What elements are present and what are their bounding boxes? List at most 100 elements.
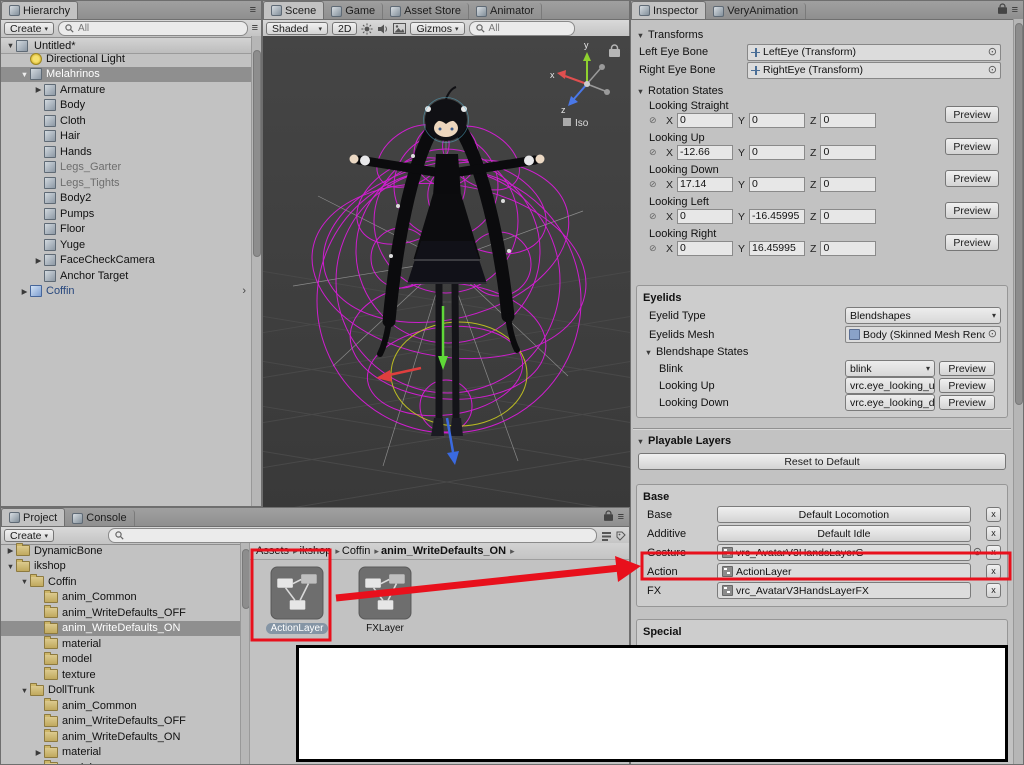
- rotation-x-field[interactable]: 0: [677, 209, 734, 224]
- rotation-x-field[interactable]: 0: [677, 241, 734, 256]
- foldout-arrow[interactable]: ▼: [19, 70, 30, 79]
- rotation-x-field[interactable]: -12.66: [677, 145, 734, 160]
- reset-to-default-button[interactable]: Reset to Default: [638, 453, 1006, 470]
- hierarchy-item[interactable]: ▶ FaceCheckCamera ›: [1, 253, 252, 269]
- preview-button[interactable]: Preview: [939, 378, 995, 393]
- layer-field[interactable]: ActionLayer: [717, 563, 971, 580]
- rotation-y-field[interactable]: 16.45995: [749, 241, 806, 256]
- layer-field[interactable]: Default Idle: [717, 525, 971, 542]
- inspector-tab[interactable]: VeryAnimation: [706, 3, 807, 19]
- panel-menu-icon[interactable]: ≡: [250, 4, 256, 16]
- breadcrumb-item[interactable]: anim_WriteDefaults_ON ▸: [381, 545, 515, 557]
- object-picker-icon[interactable]: ⊙: [988, 329, 997, 340]
- hierarchy-item[interactable]: Directional Light ›: [1, 51, 252, 67]
- asset-item[interactable]: FXLayer: [352, 566, 418, 634]
- rotation-y-field[interactable]: 0: [749, 113, 806, 128]
- search-by-label-icon[interactable]: [616, 531, 626, 541]
- hierarchy-item[interactable]: Anchor Target ›: [1, 268, 252, 284]
- blendshape-dropdown[interactable]: vrc.eye_looking_down ▾: [845, 394, 935, 411]
- project-tab[interactable]: Project: [1, 508, 66, 526]
- tab-hierarchy[interactable]: Hierarchy: [1, 1, 79, 19]
- link-icon[interactable]: ⊘: [649, 115, 661, 126]
- eyelids-mesh-field[interactable]: Body (Skinned Mesh Renderer) ⊙: [845, 326, 1001, 343]
- breadcrumb-item[interactable]: ikshop ▸: [300, 545, 340, 557]
- link-icon[interactable]: ⊘: [649, 243, 661, 254]
- layer-field[interactable]: Default Locomotion: [717, 506, 971, 523]
- folder-item[interactable]: ▼ Coffin: [1, 574, 240, 590]
- foldout-arrow[interactable]: ▼: [19, 686, 30, 695]
- scene-view-tab[interactable]: Asset Store: [383, 3, 470, 19]
- foldout-arrow[interactable]: ▶: [19, 287, 30, 296]
- hierarchy-item[interactable]: Cloth ›: [1, 113, 252, 129]
- rotation-x-field[interactable]: 17.14: [677, 177, 734, 192]
- rotation-z-field[interactable]: 0: [820, 241, 877, 256]
- blendshape-dropdown[interactable]: vrc.eye_looking_up ▾: [845, 377, 935, 394]
- folder-item[interactable]: model: [1, 651, 240, 668]
- inspector-menu-icon[interactable]: ≡: [1012, 4, 1018, 16]
- object-field[interactable]: RightEye (Transform) ⊙: [747, 61, 1001, 79]
- remove-layer-button[interactable]: x: [986, 564, 1001, 579]
- inspector-lock-icon[interactable]: [997, 3, 1007, 17]
- folder-item[interactable]: anim_Common: [1, 589, 240, 606]
- hierarchy-item[interactable]: Hair ›: [1, 129, 252, 145]
- folder-item[interactable]: ▼ DollTrunk: [1, 682, 240, 699]
- eyelid-type-dropdown[interactable]: Blendshapes ▾: [845, 307, 1001, 324]
- hierarchy-item[interactable]: Yuge ›: [1, 237, 252, 253]
- shading-mode-dropdown[interactable]: Shaded ▾: [266, 22, 328, 35]
- foldout-arrow[interactable]: ▶: [33, 85, 44, 94]
- foldout-arrow[interactable]: ▶: [5, 546, 16, 555]
- preview-button[interactable]: Preview: [939, 361, 995, 376]
- asset-item[interactable]: ActionLayer: [264, 566, 330, 634]
- preview-button[interactable]: Preview: [939, 395, 995, 410]
- inspector-scrollbar[interactable]: [1013, 19, 1023, 764]
- folder-item[interactable]: texture: [1, 667, 240, 683]
- rotation-z-field[interactable]: 0: [820, 209, 877, 224]
- hierarchy-item[interactable]: Hands ›: [1, 144, 252, 160]
- remove-layer-button[interactable]: x: [986, 507, 1001, 522]
- breadcrumb-item[interactable]: Coffin ▸: [342, 545, 379, 557]
- scene-view-tab[interactable]: Scene: [263, 1, 325, 19]
- hierarchy-options-icon[interactable]: ≡: [252, 23, 258, 34]
- rotation-z-field[interactable]: 0: [820, 177, 877, 192]
- foldout-arrow[interactable]: ▼: [5, 562, 16, 571]
- foldout-arrow[interactable]: ▼: [5, 41, 16, 50]
- scene-search-input[interactable]: All: [468, 21, 575, 36]
- search-by-type-icon[interactable]: [601, 531, 612, 541]
- playable-layers-foldout[interactable]: ▼ Playable Layers: [631, 433, 1013, 449]
- hierarchy-item[interactable]: ▼ Melahrinos ›: [1, 66, 252, 82]
- folder-item[interactable]: material: [1, 636, 240, 652]
- layer-field[interactable]: vrc_AvatarV3HandsLayerG: [717, 544, 971, 561]
- project-search-input[interactable]: [108, 528, 597, 543]
- object-picker-icon[interactable]: ⊙: [988, 64, 997, 76]
- blendshape-dropdown[interactable]: blink ▾: [845, 360, 935, 377]
- remove-layer-button[interactable]: x: [986, 545, 1001, 560]
- transforms-foldout[interactable]: ▼ Transforms: [631, 27, 1013, 43]
- link-icon[interactable]: ⊘: [649, 147, 661, 158]
- blendshape-states-foldout[interactable]: ▼ Blendshape States: [643, 344, 1001, 360]
- scene-lighting-icon[interactable]: [361, 22, 374, 35]
- foldout-arrow[interactable]: ▶: [33, 256, 44, 265]
- 2d-toggle-button[interactable]: 2D: [332, 22, 358, 35]
- folder-item[interactable]: ▶ material: [1, 744, 240, 761]
- remove-layer-button[interactable]: x: [986, 583, 1001, 598]
- breadcrumb-item[interactable]: Assets ▸: [256, 545, 298, 557]
- hierarchy-item[interactable]: Body ›: [1, 98, 252, 114]
- preview-button[interactable]: Preview: [945, 138, 999, 155]
- object-field[interactable]: LeftEye (Transform) ⊙: [747, 43, 1001, 61]
- hierarchy-search-input[interactable]: All: [58, 21, 248, 36]
- preview-button[interactable]: Preview: [945, 202, 999, 219]
- scene-audio-icon[interactable]: [377, 23, 389, 35]
- link-icon[interactable]: ⊘: [649, 179, 661, 190]
- scene-viewport[interactable]: y x z Iso: [242, 36, 652, 517]
- rotation-z-field[interactable]: 0: [820, 113, 877, 128]
- hierarchy-item[interactable]: ▶ Coffin ›: [1, 284, 252, 300]
- scene-view-tab[interactable]: Animator: [469, 3, 543, 19]
- preview-button[interactable]: Preview: [945, 234, 999, 251]
- scene-view-tab[interactable]: Game: [324, 3, 384, 19]
- folder-item[interactable]: anim_WriteDefaults_ON: [1, 729, 240, 745]
- foldout-arrow[interactable]: ▶: [33, 748, 44, 757]
- hierarchy-item[interactable]: Pumps ›: [1, 206, 252, 222]
- prefab-open-chevron-icon[interactable]: ›: [242, 285, 246, 297]
- folder-item[interactable]: model: [1, 760, 240, 764]
- project-tab[interactable]: Console: [65, 510, 135, 526]
